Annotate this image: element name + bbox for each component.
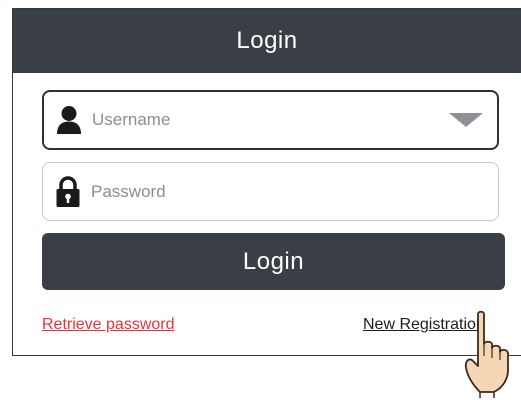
login-title: Login	[236, 27, 298, 54]
hand-pointer-icon	[464, 310, 509, 398]
login-header: Login	[13, 9, 521, 73]
retrieve-password-link[interactable]: Retrieve password	[42, 316, 175, 334]
login-button-label: Login	[242, 247, 305, 275]
lock-icon	[53, 175, 83, 208]
username-placeholder: Username	[92, 110, 171, 129]
password-field[interactable]: Password	[42, 162, 499, 221]
user-icon	[54, 104, 84, 136]
username-field[interactable]: Username	[42, 90, 499, 150]
dropdown-arrow-icon[interactable]	[447, 109, 485, 131]
password-placeholder: Password	[91, 181, 166, 201]
login-button[interactable]: Login	[42, 233, 505, 290]
login-panel: Login Username Password Login Retrieve p…	[12, 8, 521, 356]
